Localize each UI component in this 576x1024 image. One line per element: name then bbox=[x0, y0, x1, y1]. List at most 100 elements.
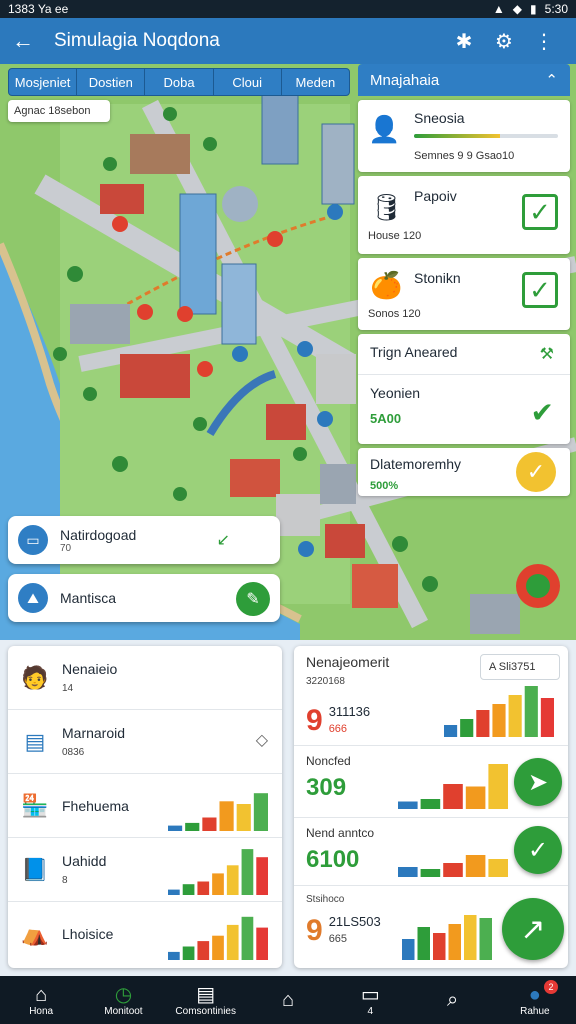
notification-badge: 2 bbox=[543, 980, 558, 994]
list-item-name: Fhehuema bbox=[62, 797, 129, 814]
tab-2[interactable]: Doba bbox=[145, 69, 214, 95]
list-item[interactable]: ⛺ Lhoisice bbox=[8, 902, 282, 966]
wifi-icon: ◆ bbox=[512, 2, 523, 16]
building-f bbox=[100, 184, 144, 214]
check-arrow-icon[interactable]: ✓ bbox=[514, 826, 562, 874]
app-bar: ← Simulagia Noqdona ✱ ⚙ ⋮ bbox=[0, 18, 576, 64]
back-arrow-icon[interactable]: ← bbox=[12, 28, 42, 54]
tab-4[interactable]: Meden bbox=[282, 69, 349, 95]
bar-3 bbox=[443, 784, 463, 809]
bar-2 bbox=[182, 884, 195, 895]
bar-7 bbox=[256, 857, 268, 895]
list-item-name: Nenaieio bbox=[62, 661, 118, 677]
bar-7 bbox=[540, 698, 554, 737]
tab-3[interactable]: Cloui bbox=[214, 69, 282, 95]
tower-b bbox=[221, 263, 257, 345]
bar-5 bbox=[488, 764, 508, 809]
float-card-1[interactable]: ⛰ Mantisca ✎ bbox=[8, 574, 280, 622]
building-o bbox=[320, 464, 356, 504]
arrow-up-right-icon[interactable]: ↗ bbox=[502, 898, 564, 960]
status-battery: 5:30 bbox=[544, 2, 568, 16]
metric-row-2[interactable]: Nend anntco 6100 ✓ bbox=[294, 818, 568, 886]
globe-icon: ● bbox=[528, 983, 541, 1006]
bar-6 bbox=[241, 916, 254, 960]
house-icon: ⌂ bbox=[281, 989, 295, 1011]
fruit-icon: 🍊 bbox=[370, 270, 403, 300]
tent-icon: ⛺ bbox=[21, 921, 49, 946]
building-m bbox=[325, 524, 365, 558]
rp-card-0[interactable]: 👤 Sneosia Semnes 9 9 Gsao10 bbox=[358, 100, 570, 172]
nav-item-globe[interactable]: ● Rahue 2 bbox=[494, 976, 576, 1024]
list-item[interactable]: 📘 Uahidd 8 bbox=[8, 838, 282, 902]
bar-2 bbox=[182, 946, 195, 960]
edit-icon[interactable]: ✎ bbox=[236, 582, 270, 616]
bar-3 bbox=[197, 941, 210, 960]
metric-row-0[interactable]: Nenajeomerit 3220168 A Sli3751 9 311136 … bbox=[294, 646, 568, 746]
building-j bbox=[266, 404, 306, 440]
metric-row-1[interactable]: Noncfed 309 ➤ bbox=[294, 746, 568, 818]
tab-1[interactable]: Dostien bbox=[77, 69, 146, 95]
list-item[interactable]: 🧑 Nenaieio 14 bbox=[8, 646, 282, 710]
rp-card-3[interactable]: Trign Aneared ⚒ Yeonien 5A00 ✔ bbox=[358, 334, 570, 444]
bar-1 bbox=[444, 725, 458, 737]
checkbox-checked-icon[interactable]: ✓ bbox=[522, 194, 558, 230]
right-panel: Mnajahaia ⌃ 👤 Sneosia Semnes 9 9 Gsao10 … bbox=[358, 64, 570, 496]
float-card-1-label: Mantisca bbox=[60, 590, 117, 606]
bar-6 bbox=[479, 918, 492, 960]
address-chip[interactable]: Agnac 18sebon bbox=[8, 100, 110, 122]
list-item[interactable]: ▤ Marnaroid 0836 ◇ bbox=[8, 710, 282, 774]
bar-2 bbox=[417, 927, 430, 960]
nav-item-search[interactable]: ⌕ bbox=[411, 976, 493, 1024]
metric-num-0: 311136 bbox=[328, 704, 371, 719]
bar-2 bbox=[185, 822, 200, 831]
collapse-icon[interactable]: ⌃ bbox=[545, 71, 558, 89]
nav-label: Comsontinies bbox=[175, 1005, 236, 1017]
tank-icon: 🛢 bbox=[370, 192, 404, 222]
inbox-icon: ▭ bbox=[360, 983, 380, 1006]
bar-1 bbox=[168, 825, 183, 831]
nav-item-documents[interactable]: ▤ Comsontinies bbox=[165, 976, 247, 1024]
puzzle-icon[interactable]: ✱ bbox=[444, 29, 484, 54]
mini-bar-chart-2 bbox=[168, 916, 268, 960]
building-e bbox=[130, 134, 190, 174]
list-item[interactable]: 🏪 Fhehuema bbox=[8, 774, 282, 838]
metric-bar-chart-2 bbox=[398, 855, 508, 877]
navigate-icon[interactable]: ➤ bbox=[514, 758, 562, 806]
bar-7 bbox=[256, 927, 268, 960]
signal-icon: ▲ bbox=[492, 2, 505, 16]
float-card-0[interactable]: ▭ Natirdogoad 70 ↙ bbox=[8, 516, 280, 564]
metric-big-3: 9 bbox=[306, 914, 323, 947]
check-icon: ✔ bbox=[530, 397, 554, 428]
checkbox-checked-icon[interactable]: ✓ bbox=[522, 272, 558, 308]
building-g bbox=[70, 304, 130, 344]
bar-4 bbox=[212, 935, 224, 960]
building-l bbox=[276, 494, 320, 536]
battery-icon: ▮ bbox=[530, 2, 537, 16]
rp-card-1[interactable]: 🛢 Papoiv House 120 ✓ bbox=[358, 176, 570, 254]
tab-0[interactable]: Mosjeniet bbox=[9, 69, 78, 95]
person-avatar-icon: 👤 bbox=[368, 114, 401, 144]
nav-item-house[interactable]: ⌂ bbox=[247, 976, 329, 1024]
float-card-0-sub: 70 bbox=[60, 542, 72, 554]
building-p bbox=[470, 594, 520, 634]
list-item-value: 8 bbox=[62, 875, 68, 886]
nav-item-monitor[interactable]: ◷ Monitoot bbox=[82, 976, 164, 1024]
metric-row-3[interactable]: Stsihoco 9 21LS503 665 ↗ bbox=[294, 886, 568, 968]
bar-5 bbox=[236, 804, 251, 831]
clock-icon: ◷ bbox=[114, 983, 133, 1006]
nav-item-home[interactable]: ⌂ Hona bbox=[0, 976, 82, 1024]
nav-label: Monitoot bbox=[104, 1005, 143, 1017]
bar-3 bbox=[197, 881, 210, 895]
chat-icon: ▭ bbox=[18, 525, 48, 555]
check-circle-icon[interactable]: ✓ bbox=[516, 452, 556, 492]
rp-card-2[interactable]: 🍊 Stonikn Sonos 120 ✓ bbox=[358, 258, 570, 330]
document-icon: ▤ bbox=[196, 983, 216, 1006]
bar-2 bbox=[420, 799, 441, 809]
metric-bar-chart-1 bbox=[398, 764, 508, 809]
rp-card-4[interactable]: Dlatemoremhy 500% ✓ bbox=[358, 448, 570, 496]
home-icon: ⌂ bbox=[35, 983, 48, 1006]
nav-item-inbox[interactable]: ▭ 4 bbox=[329, 976, 411, 1024]
more-vert-icon[interactable]: ⋮ bbox=[524, 29, 564, 54]
bar-3 bbox=[202, 817, 217, 831]
settings-icon[interactable]: ⚙ bbox=[484, 29, 524, 54]
